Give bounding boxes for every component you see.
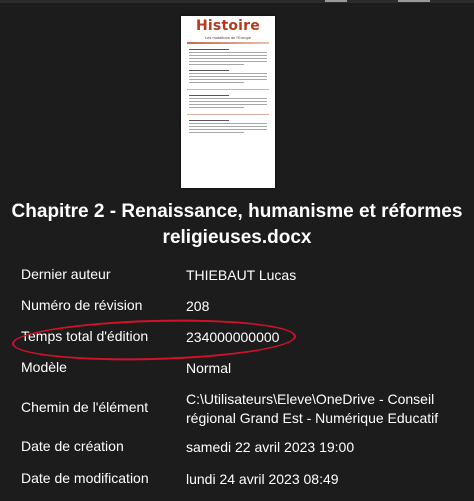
thumbnail-line <box>189 98 267 99</box>
property-label: Dernier auteur <box>21 266 111 282</box>
scroll-indicator <box>398 0 430 2</box>
thumbnail-line <box>189 55 267 56</box>
thumbnail-line <box>189 107 244 108</box>
thumbnail-line <box>189 101 267 102</box>
thumbnail-line <box>189 104 267 105</box>
thumbnail-line <box>189 132 244 133</box>
property-label: Date de création <box>21 438 124 454</box>
property-label: Numéro de révision <box>21 297 143 313</box>
property-value[interactable]: lundi 24 avril 2023 08:49 <box>186 470 461 489</box>
thumbnail-line <box>189 123 267 124</box>
property-value[interactable]: Normal <box>186 359 461 378</box>
thumbnail-line <box>189 70 229 71</box>
thumbnail-line <box>189 120 229 121</box>
thumbnail-subtitle: Les mutations de l'Europe <box>204 35 252 40</box>
thumbnail-line <box>189 49 229 50</box>
thumbnail-line <box>189 73 267 74</box>
property-label: Date de modification <box>21 470 149 486</box>
thumbnail-line <box>189 52 267 53</box>
thumbnail-line <box>189 58 267 59</box>
thumbnail-line <box>189 76 267 77</box>
document-thumbnail[interactable]: Histoire Les mutations de l'Europe <box>181 16 275 188</box>
red-highlight-circle <box>11 316 297 364</box>
thumbnail-line <box>189 64 244 65</box>
property-label: Chemin de l'élément <box>21 399 149 415</box>
thumbnail-line <box>189 129 267 130</box>
file-name-title: Chapitre 2 - Renaissance, humanisme et r… <box>11 201 463 248</box>
thumbnail-title: Histoire <box>196 18 260 34</box>
thumbnail-line <box>189 79 267 80</box>
property-value[interactable]: samedi 22 avril 2023 19:00 <box>186 438 461 457</box>
thumbnail-line <box>189 82 244 83</box>
thumbnail-line <box>189 61 267 62</box>
thumbnail-rule <box>187 42 269 44</box>
thumbnail-rule <box>187 114 269 115</box>
property-value[interactable]: THIEBAUT Lucas <box>186 266 461 285</box>
thumbnail-rule <box>187 89 269 90</box>
property-value[interactable]: C:\Utilisateurs\Eleve\OneDrive - Conseil… <box>186 390 461 428</box>
thumbnail-line <box>189 95 229 96</box>
property-label: Modèle <box>21 359 67 375</box>
scroll-indicator <box>325 0 347 2</box>
property-value[interactable]: 208 <box>186 297 461 316</box>
thumbnail-line <box>189 126 267 127</box>
